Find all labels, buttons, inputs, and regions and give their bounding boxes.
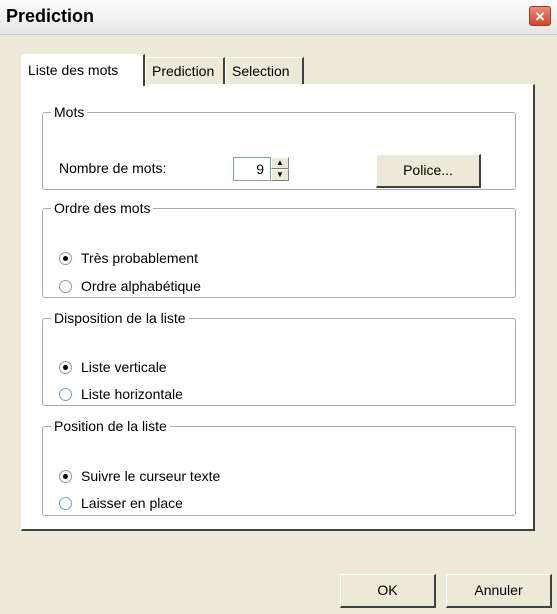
radio-tres-probablement[interactable]: Très probablement [59,249,198,267]
group-legend: Mots [54,104,85,120]
tab-prediction[interactable]: Prediction [145,57,225,84]
radio-button[interactable] [59,360,72,374]
tab-label: Selection [232,63,290,79]
spin-up-icon[interactable]: ▲ [271,157,289,169]
close-icon[interactable]: × [529,6,551,26]
group-position-de-la-liste: Position de la liste Suivre le curseur t… [42,418,516,516]
radio-label: Liste verticale [81,359,167,375]
radio-ordre-alphabetique[interactable]: Ordre alphabétique [59,277,201,295]
police-button[interactable]: Police... [376,154,481,188]
word-count-input[interactable]: 9 [233,157,271,181]
tab-panel: Mots Nombre de mots: 9 ▲ ▼ Police... Ord… [21,84,535,531]
radio-label: Laisser en place [81,495,183,511]
tab-liste-des-mots[interactable]: Liste des mots [21,54,145,86]
radio-button[interactable] [59,469,72,483]
radio-button[interactable] [59,387,72,401]
group-mots: Mots Nombre de mots: 9 ▲ ▼ Police... [42,104,516,190]
spin-down-icon[interactable]: ▼ [271,169,289,181]
word-count-label: Nombre de mots: [59,160,167,176]
radio-liste-verticale[interactable]: Liste verticale [59,358,167,376]
word-count-spinner[interactable]: ▲ ▼ [271,157,289,181]
title-bar: Prediction × [0,0,557,35]
ok-button[interactable]: OK [340,574,436,608]
group-legend: Disposition de la liste [54,310,186,326]
window-title: Prediction [6,6,95,26]
radio-label: Liste horizontale [81,386,183,402]
radio-liste-horizontale[interactable]: Liste horizontale [59,385,183,403]
radio-button[interactable] [59,279,72,293]
radio-suivre-le-curseur[interactable]: Suivre le curseur texte [59,467,220,485]
radio-label: Ordre alphabétique [81,278,201,294]
radio-button[interactable] [59,496,72,510]
group-ordre-des-mots: Ordre des mots Très probablement Ordre a… [42,200,516,298]
group-legend: Ordre des mots [54,200,151,216]
group-disposition-de-la-liste: Disposition de la liste Liste verticale … [42,310,516,406]
group-legend: Position de la liste [54,418,167,434]
radio-laisser-en-place[interactable]: Laisser en place [59,494,183,512]
radio-label: Suivre le curseur texte [81,468,221,484]
radio-button[interactable] [59,251,72,265]
cancel-button[interactable]: Annuler [446,574,552,608]
radio-label: Très probablement [81,250,198,266]
tab-label: Prediction [152,63,215,79]
tab-selection[interactable]: Selection [225,57,304,84]
tab-label: Liste des mots [28,62,119,78]
